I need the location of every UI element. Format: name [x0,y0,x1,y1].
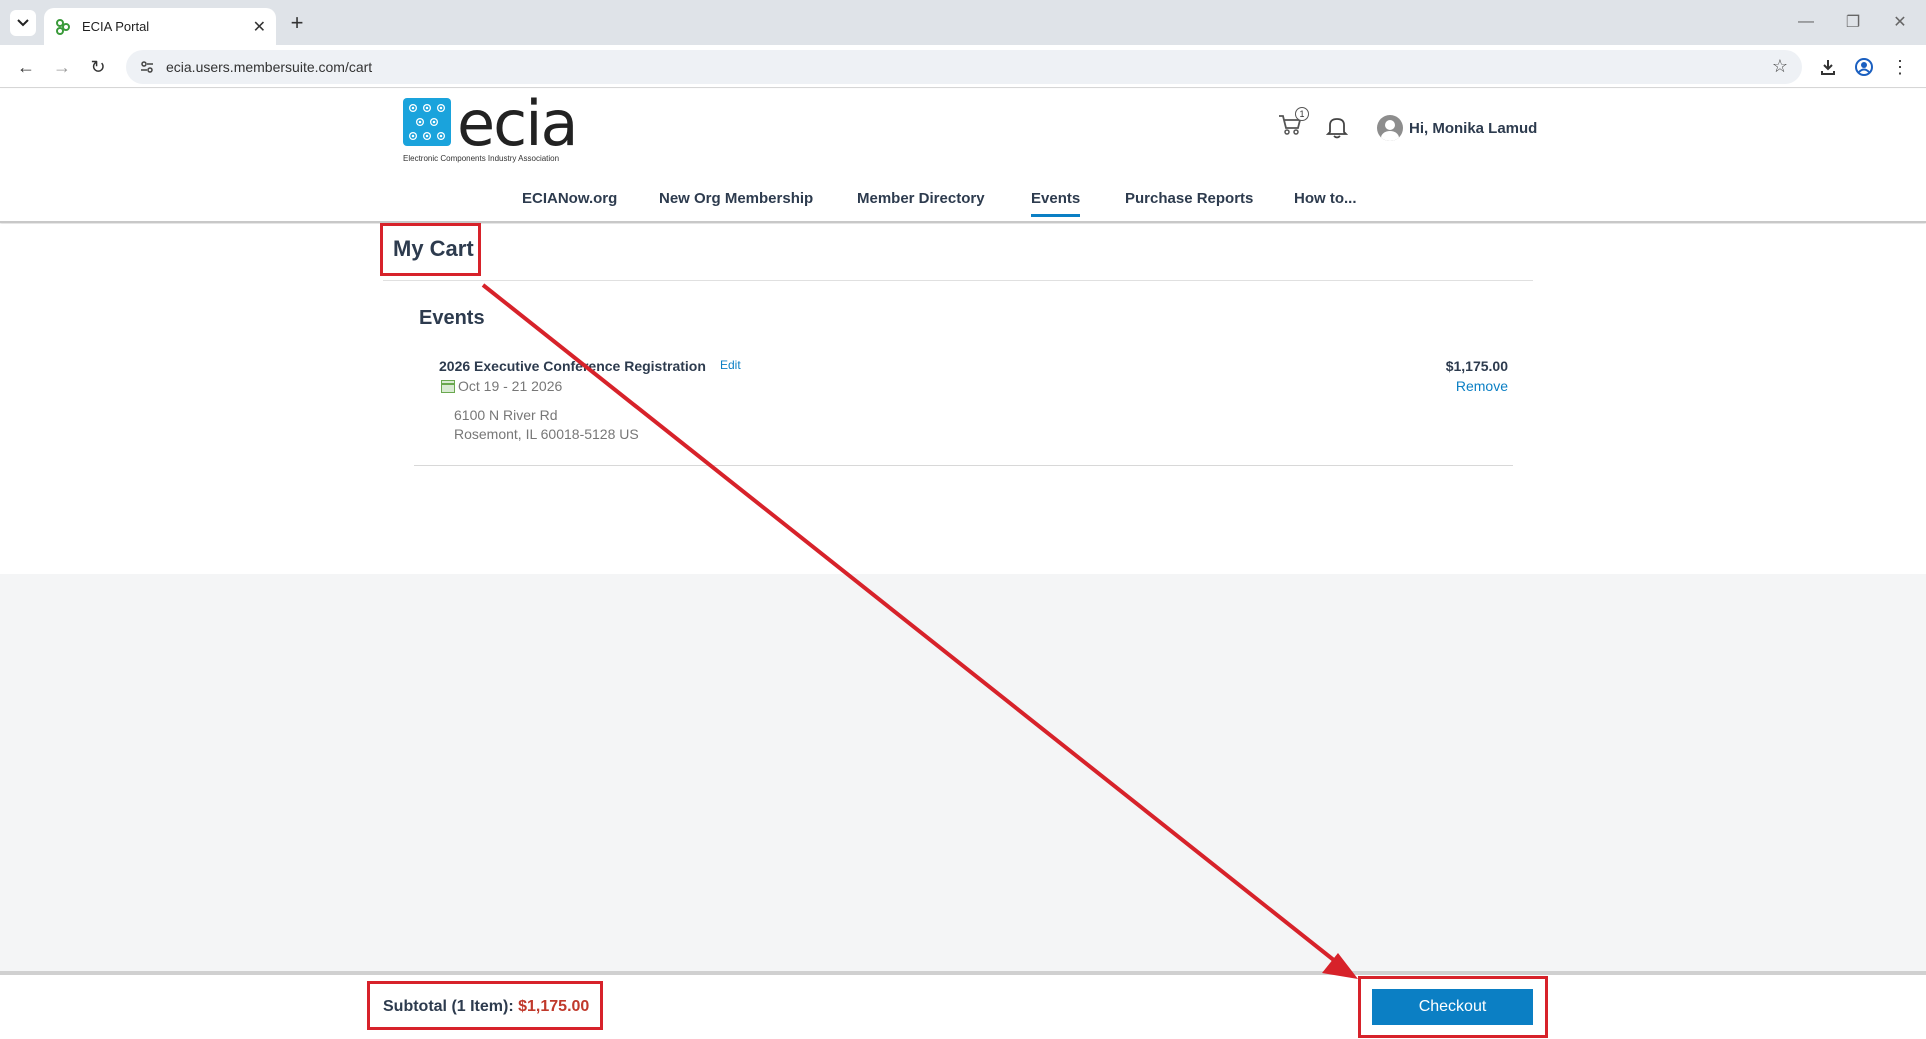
divider [383,280,1533,281]
logo-wordmark: ecia [457,87,578,160]
ecia-logo-mark-icon [403,98,451,146]
annotation-box-checkout [1358,976,1548,1038]
cart-count-badge: 1 [1295,107,1309,121]
divider [414,465,1513,466]
cart-item-name: 2026 Executive Conference Registration [439,358,706,374]
restore-window-button[interactable]: ❐ [1833,8,1873,36]
kebab-menu-icon[interactable]: ⋮ [1886,53,1914,81]
cart-footer-bar: Subtotal (1 Item): $1,175.00 Checkout [0,971,1926,1039]
ecia-logo[interactable]: ecia Electronic Components Industry Asso… [403,87,583,165]
chevron-down-icon [17,19,29,27]
nav-how-to[interactable]: How to... [1294,190,1357,207]
remove-item-link[interactable]: Remove [1456,378,1508,394]
cart-item-date-text: Oct 19 - 21 2026 [458,378,563,394]
tab-title: ECIA Portal [82,19,150,34]
profile-icon[interactable] [1850,53,1878,81]
page-background [0,574,1926,971]
browser-tabstrip: ECIA Portal ✕ + — ❐ ✕ [0,0,1926,45]
user-greeting: Hi, Monika Lamud [1409,119,1538,137]
reload-icon[interactable]: ↻ [84,53,112,81]
annotation-box-subtotal [367,981,603,1030]
site-settings-icon[interactable] [140,60,154,74]
cart-item-address-line1: 6100 N River Rd [454,407,558,423]
minimize-window-button[interactable]: — [1786,8,1826,36]
logo-subtitle: Electronic Components Industry Associati… [403,154,560,163]
calendar-icon [441,379,455,393]
edit-item-link[interactable]: Edit [720,358,741,372]
notifications-bell-icon[interactable] [1325,115,1350,141]
close-window-button[interactable]: ✕ [1880,8,1920,36]
nav-new-org-membership[interactable]: New Org Membership [659,190,813,207]
avatar [1377,115,1403,141]
nav-ecianow[interactable]: ECIANow.org [522,190,617,207]
annotation-box-my-cart [380,223,481,276]
nav-member-directory[interactable]: Member Directory [857,190,985,207]
url-text: ecia.users.membersuite.com/cart [166,59,373,75]
bookmark-star-icon[interactable]: ☆ [1772,56,1788,77]
cart-button[interactable]: 1 [1277,107,1309,141]
back-arrow-icon[interactable]: ← [12,53,40,81]
close-tab-icon[interactable]: ✕ [253,17,266,37]
forward-arrow-icon[interactable]: → [48,53,76,81]
user-menu[interactable]: Hi, Monika Lamud [1377,115,1537,141]
ecia-favicon-icon [56,18,70,35]
tab-search-button[interactable] [10,10,36,36]
cart-content: My Cart Events 2026 Executive Conference… [0,224,1926,574]
section-title-events: Events [419,307,485,329]
browser-tab[interactable]: ECIA Portal ✕ [44,8,276,45]
cart-item-address-line2: Rosemont, IL 60018-5128 US [454,426,639,442]
nav-events[interactable]: Events [1031,190,1081,217]
address-bar[interactable]: ecia.users.membersuite.com/cart ☆ [126,50,1802,84]
cart-item-price: $1,175.00 [1445,358,1508,374]
main-nav: ECIANow.org New Org Membership Member Di… [0,190,1926,220]
new-tab-button[interactable]: + [284,10,310,36]
download-icon[interactable] [1814,53,1842,81]
nav-purchase-reports[interactable]: Purchase Reports [1125,190,1253,207]
site-header: ecia Electronic Components Industry Asso… [0,87,1926,223]
browser-toolbar: ← → ↻ ecia.users.membersuite.com/cart ☆ … [0,45,1926,88]
cart-item-dates: Oct 19 - 21 2026 [441,378,562,394]
